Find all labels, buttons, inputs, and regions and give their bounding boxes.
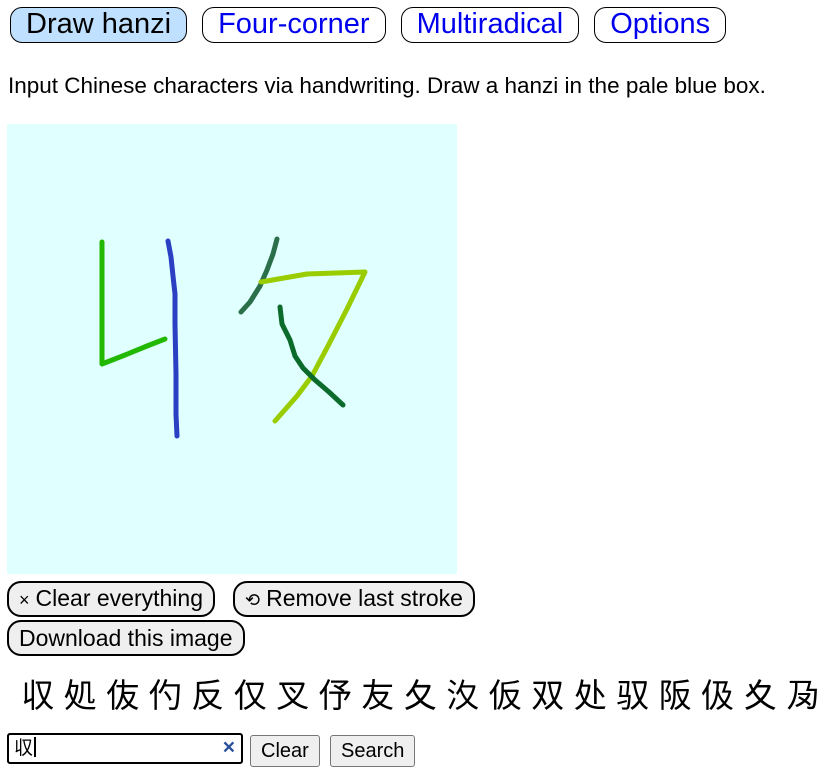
stroke-1 bbox=[99, 239, 168, 367]
clear-everything-button[interactable]: × Clear everything bbox=[7, 581, 215, 617]
tab-draw-hanzi[interactable]: Draw hanzi bbox=[10, 7, 188, 43]
tab-options[interactable]: Options bbox=[594, 7, 727, 43]
candidate-char[interactable]: 収 bbox=[20, 676, 56, 716]
instructions: Input Chinese characters via handwriting… bbox=[8, 73, 766, 98]
candidate-char[interactable]: 汷 bbox=[445, 676, 481, 716]
candidate-char[interactable]: 友 bbox=[360, 676, 396, 716]
candidate-char[interactable]: 伖 bbox=[105, 676, 141, 716]
clear-input-icon[interactable]: × bbox=[223, 735, 235, 761]
clear-everything-label: Clear everything bbox=[35, 585, 203, 611]
candidate-char[interactable]: 夊 bbox=[743, 676, 779, 716]
candidate-char[interactable]: 伃 bbox=[318, 676, 354, 716]
candidate-char[interactable]: 处 bbox=[573, 676, 609, 716]
search-input[interactable]: 収 × bbox=[7, 733, 243, 764]
candidate-char[interactable]: 阪 bbox=[658, 676, 694, 716]
candidate-list: 収 処 伖 仢 反 仅 叉 伃 友 夂 汷 仮 双 处 驭 阪 伋 夊 夃 bbox=[20, 676, 821, 716]
tab-four-corner[interactable]: Four-corner bbox=[202, 7, 386, 43]
tab-bar: Draw hanzi Four-corner Multiradical Opti… bbox=[10, 7, 727, 43]
clear-button[interactable]: Clear bbox=[250, 735, 320, 767]
close-icon: × bbox=[19, 590, 30, 610]
candidate-char[interactable]: 双 bbox=[530, 676, 566, 716]
stroke-4 bbox=[258, 269, 368, 424]
download-image-label: Download this image bbox=[19, 624, 233, 651]
text-caret bbox=[34, 737, 36, 757]
search-button[interactable]: Search bbox=[330, 735, 416, 767]
stroke-2 bbox=[165, 238, 180, 439]
download-image-button[interactable]: Download this image bbox=[7, 620, 245, 656]
handwriting-strokes bbox=[99, 236, 368, 439]
candidate-char[interactable]: 仮 bbox=[488, 676, 524, 716]
candidate-char[interactable]: 反 bbox=[190, 676, 226, 716]
undo-icon: ⟲ bbox=[245, 590, 261, 610]
candidate-char[interactable]: 夃 bbox=[785, 676, 821, 716]
candidate-char[interactable]: 処 bbox=[63, 676, 99, 716]
candidate-char[interactable]: 伋 bbox=[700, 676, 736, 716]
stroke-3 bbox=[238, 236, 280, 315]
candidate-char[interactable]: 叉 bbox=[275, 676, 311, 716]
candidate-char[interactable]: 夂 bbox=[403, 676, 439, 716]
remove-last-stroke-label: Remove last stroke bbox=[266, 585, 463, 611]
search-input-value: 収 bbox=[14, 735, 36, 761]
tab-multiradical[interactable]: Multiradical bbox=[400, 7, 580, 43]
drawing-canvas[interactable] bbox=[7, 124, 457, 574]
candidate-char[interactable]: 仅 bbox=[233, 676, 269, 716]
candidate-char[interactable]: 驭 bbox=[615, 676, 651, 716]
stroke-5 bbox=[277, 304, 346, 408]
remove-last-stroke-button[interactable]: ⟲ Remove last stroke bbox=[233, 581, 475, 617]
candidate-char[interactable]: 仢 bbox=[148, 676, 184, 716]
